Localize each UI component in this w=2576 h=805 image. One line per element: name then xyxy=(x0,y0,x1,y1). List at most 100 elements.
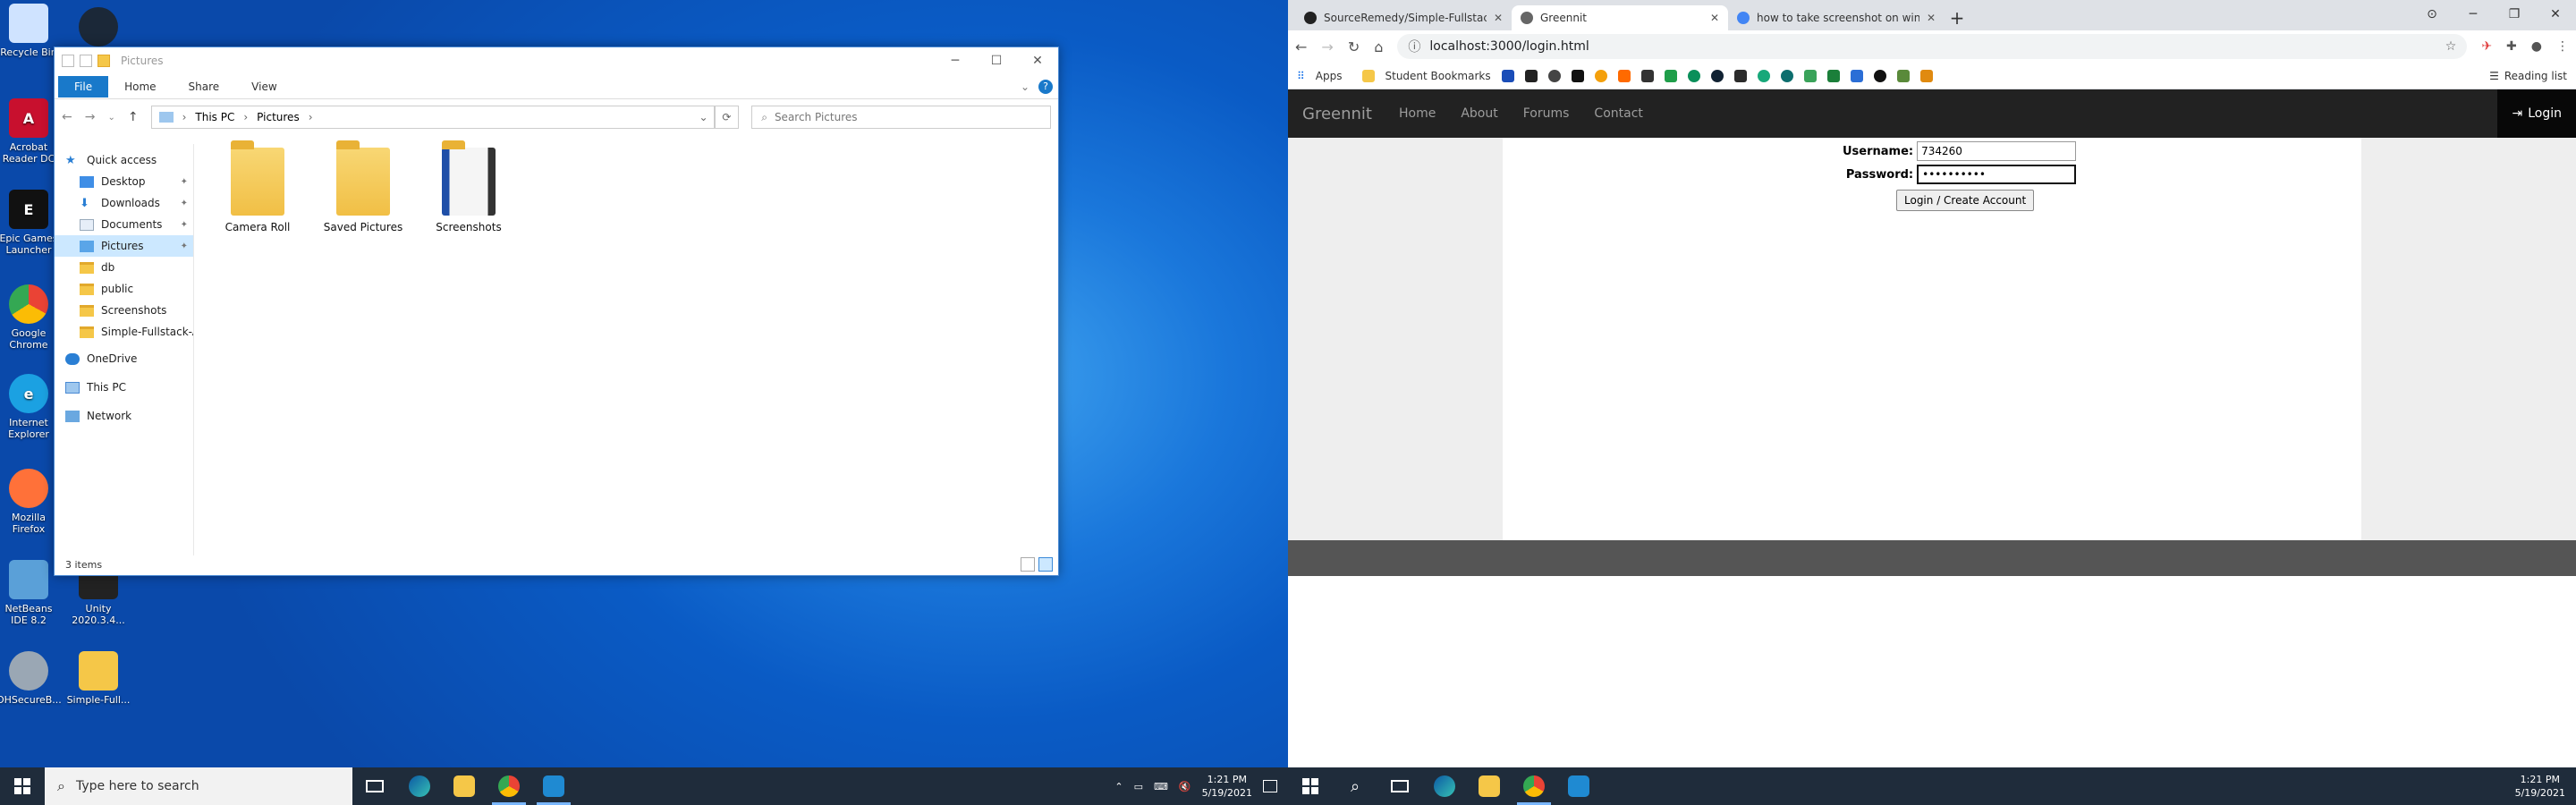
bookmark-icon[interactable] xyxy=(1687,69,1700,82)
refresh-button[interactable]: ⟳ xyxy=(714,106,740,129)
apps-icon[interactable]: ⠿ xyxy=(1297,70,1305,82)
address-bar[interactable]: ⓘ localhost:3000/login.html ☆ xyxy=(1397,34,2468,59)
nav-desktop[interactable]: Desktop ✦ xyxy=(55,171,193,192)
back-arrow-icon[interactable]: ← xyxy=(62,110,72,124)
bookmark-icon[interactable] xyxy=(1850,69,1863,82)
reading-list[interactable]: ☰ Reading list xyxy=(2489,70,2567,82)
new-folder-icon[interactable] xyxy=(97,55,110,67)
breadcrumb-pictures[interactable]: Pictures xyxy=(257,111,300,123)
bookmark-icon[interactable] xyxy=(1640,69,1654,82)
bookmark-icon[interactable] xyxy=(1757,69,1770,82)
desktop-icon-epic-games[interactable]: E Epic Games Launcher xyxy=(0,190,61,256)
taskbar-search-box[interactable]: ⌕ Type here to search xyxy=(45,767,352,805)
nav-screenshots[interactable]: Screenshots xyxy=(55,300,193,321)
task-view-button[interactable] xyxy=(1377,767,1422,805)
puzzle-icon[interactable]: ✚ xyxy=(2506,39,2517,54)
clock[interactable]: 1:21 PM 5/19/2021 xyxy=(1202,773,1252,800)
bookmark-icon[interactable] xyxy=(1710,69,1724,82)
minimize-button[interactable]: ─ xyxy=(935,47,976,74)
bookmark-icon[interactable] xyxy=(1803,69,1817,82)
breadcrumb[interactable]: › This PC › Pictures › ⌄ xyxy=(150,106,715,129)
nav-quick-access[interactable]: ★ Quick access xyxy=(55,149,193,171)
nav-simple-fullstack[interactable]: Simple-Fullstack-Ap xyxy=(55,321,193,343)
nav-network[interactable]: Network xyxy=(55,405,193,427)
taskbar-search-button[interactable]: ⌕ xyxy=(1333,767,1377,805)
taskbar-chrome[interactable] xyxy=(487,767,531,805)
desktop-icon-chrome[interactable]: Google Chrome xyxy=(0,284,61,351)
nav-public[interactable]: public xyxy=(55,278,193,300)
nav-link-home[interactable]: Home xyxy=(1399,106,1436,121)
username-field[interactable] xyxy=(1917,141,2077,161)
taskbar-file-explorer[interactable] xyxy=(1467,767,1512,805)
folder-item[interactable]: Screenshots xyxy=(419,140,518,233)
reload-icon[interactable]: ↻ xyxy=(1348,38,1360,55)
taskbar-chrome[interactable] xyxy=(1512,767,1556,805)
keyboard-icon[interactable]: ⌨ xyxy=(1154,781,1168,792)
notifications-icon[interactable] xyxy=(1263,780,1277,792)
bookmark-star-icon[interactable]: ☆ xyxy=(2445,39,2457,54)
folder-item[interactable]: Camera Roll xyxy=(208,140,307,233)
folder-item[interactable]: Saved Pictures xyxy=(314,140,412,233)
expand-ribbon-icon[interactable]: ⌄ xyxy=(1021,80,1030,93)
ribbon-tab-view[interactable]: View xyxy=(235,76,292,97)
github-icon[interactable] xyxy=(1873,69,1886,82)
menu-icon[interactable]: ⋮ xyxy=(2556,39,2569,54)
new-tab-button[interactable]: + xyxy=(1945,5,1970,30)
maximize-button[interactable]: ☐ xyxy=(976,47,1017,74)
bookmark-icon[interactable] xyxy=(1780,69,1793,82)
taskbar-vscode[interactable] xyxy=(531,767,576,805)
nav-link-contact[interactable]: Contact xyxy=(1594,106,1642,121)
forward-arrow-icon[interactable]: → xyxy=(1321,38,1333,55)
nav-link-forums[interactable]: Forums xyxy=(1523,106,1570,121)
nav-pictures[interactable]: Pictures ✦ xyxy=(55,235,193,257)
profile-icon[interactable]: ● xyxy=(2531,39,2542,54)
start-button[interactable] xyxy=(1288,767,1333,805)
close-button[interactable]: ✕ xyxy=(1017,47,1058,74)
bookmark-icon[interactable] xyxy=(1664,69,1677,82)
desktop-icon-netbeans[interactable]: NetBeans IDE 8.2 xyxy=(0,560,61,626)
nav-db[interactable]: db xyxy=(55,257,193,278)
desktop-icon-recycle-bin[interactable]: Recycle Bin xyxy=(0,4,61,58)
network-icon[interactable]: ▭ xyxy=(1134,781,1143,792)
desktop-icon-internet-explorer[interactable]: e Internet Explorer xyxy=(0,374,61,440)
search-box[interactable]: ⌕ Search Pictures xyxy=(751,106,1051,129)
details-view-button[interactable] xyxy=(1021,557,1035,572)
chevron-up-icon[interactable]: ⌃ xyxy=(1114,781,1123,792)
tab-greennit[interactable]: Greennit ✕ xyxy=(1512,5,1728,30)
taskbar-vscode[interactable] xyxy=(1556,767,1601,805)
desktop-icon-ohsecure[interactable]: OHSecureB... xyxy=(0,651,62,706)
bookmark-student-bookmarks[interactable]: Student Bookmarks xyxy=(1385,70,1491,82)
clock[interactable]: 1:21 PM 5/19/2021 xyxy=(2515,773,2565,800)
password-field[interactable] xyxy=(1917,165,2077,184)
desktop-icon-steam[interactable] xyxy=(66,7,131,50)
minimize-button[interactable]: ─ xyxy=(2453,0,2494,29)
bookmark-icon[interactable] xyxy=(1524,69,1538,82)
help-icon[interactable]: ? xyxy=(1038,79,1053,94)
taskbar-edge[interactable] xyxy=(1422,767,1467,805)
nav-onedrive[interactable]: OneDrive xyxy=(55,348,193,369)
start-button[interactable] xyxy=(0,767,45,805)
nav-documents[interactable]: Documents ✦ xyxy=(55,214,193,235)
desktop-icon-simple-fullstack[interactable]: Simple-Full... xyxy=(66,651,131,706)
chevron-down-icon[interactable]: ⌄ xyxy=(699,111,708,123)
bookmark-icon[interactable] xyxy=(1547,69,1561,82)
ribbon-tab-home[interactable]: Home xyxy=(108,76,172,97)
tab-github[interactable]: SourceRemedy/Simple-Fullstack ✕ xyxy=(1295,5,1512,30)
large-icons-view-button[interactable] xyxy=(1038,557,1053,572)
home-icon[interactable]: ⌂ xyxy=(1374,38,1383,55)
breadcrumb-this-pc[interactable]: This PC xyxy=(195,111,234,123)
close-tab-icon[interactable]: ✕ xyxy=(1494,12,1503,24)
bookmark-icon[interactable] xyxy=(1617,69,1631,82)
nav-downloads[interactable]: ⬇ Downloads ✦ xyxy=(55,192,193,214)
bookmark-icon[interactable] xyxy=(1501,69,1514,82)
checkmark-icon[interactable] xyxy=(80,55,92,67)
volume-mute-icon[interactable]: 🔇 xyxy=(1179,781,1191,792)
tab-search-icon[interactable]: ⊙ xyxy=(2411,0,2453,29)
bookmark-icon[interactable] xyxy=(1896,69,1910,82)
close-button[interactable]: ✕ xyxy=(2535,0,2576,29)
forward-arrow-icon[interactable]: → xyxy=(85,110,96,124)
nav-this-pc[interactable]: This PC xyxy=(55,377,193,398)
bookmark-icon[interactable] xyxy=(1826,69,1840,82)
taskbar-edge[interactable] xyxy=(397,767,442,805)
recent-locations-icon[interactable]: ⌄ xyxy=(107,113,114,123)
